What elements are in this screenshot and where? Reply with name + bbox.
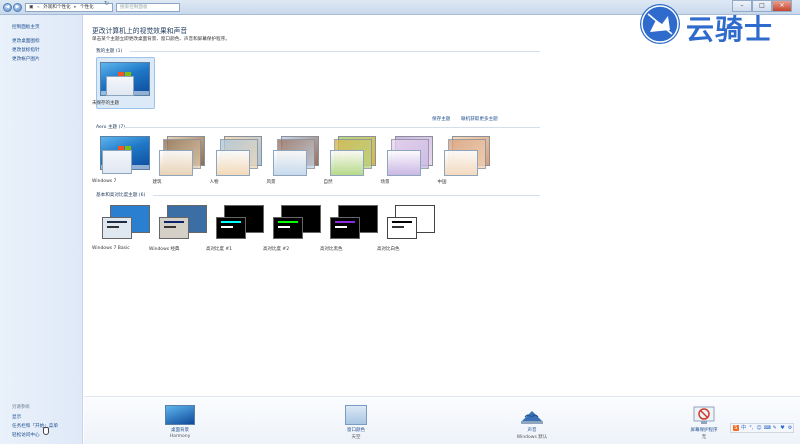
theme-label: 高对比黑色: [320, 247, 343, 252]
theme-thumbnail: [442, 136, 492, 176]
sidebar-item-mouse-pointers[interactable]: 更改鼠标指针: [12, 47, 40, 53]
search-input[interactable]: 搜索控制面板: [116, 3, 180, 12]
theme-label: Windows 经典: [149, 247, 180, 252]
see-also-ease-of-access[interactable]: 轻松访问中心: [12, 432, 40, 438]
theme-label: 高对比度 #2: [263, 247, 290, 252]
theme-label: 自然: [323, 180, 333, 185]
desktop-background-icon: [165, 405, 195, 425]
theme-label: 高对比度 #1: [206, 247, 233, 252]
window-color-icon: [345, 405, 367, 425]
keyboard-icon[interactable]: ⌨: [764, 425, 771, 431]
forward-button[interactable]: ▶: [13, 3, 22, 12]
setting-title: 屏幕保护程序: [690, 428, 718, 433]
theme-label: 场景: [380, 180, 390, 185]
theme-thumbnail: [214, 136, 264, 176]
sidebar-item-desktop-icons[interactable]: 更改桌面图标: [12, 38, 40, 44]
settings-icon[interactable]: ⚙: [787, 425, 793, 431]
sogou-icon[interactable]: S: [733, 425, 739, 431]
mouse-cursor-icon: [43, 427, 49, 435]
page-title: 更改计算机上的视觉效果和声音: [92, 27, 188, 35]
theme-label: Windows 7: [92, 179, 117, 184]
setting-value: 无: [701, 435, 707, 440]
sidebar: 控制面板主页 更改桌面图标 更改鼠标指针 更改帐户图片 另请参阅 显示 任务栏和…: [0, 15, 83, 444]
knight-icon: [640, 4, 680, 44]
theme-thumbnail: [157, 136, 207, 176]
theme-label: 高对比白色: [377, 247, 400, 252]
theme-thumbnail: [328, 205, 378, 239]
see-also-heading: 另请参阅: [12, 405, 30, 410]
sidebar-item-account-picture[interactable]: 更改帐户图片: [12, 56, 40, 62]
save-theme-link[interactable]: 保存主题: [432, 116, 450, 122]
handwriting-icon[interactable]: ✎: [772, 425, 778, 431]
theme-label: 中国: [437, 180, 447, 185]
theme-thumbnail: [271, 205, 321, 239]
get-more-themes-link[interactable]: 联机获取更多主题: [461, 116, 498, 122]
breadcrumb-item[interactable]: 外观和个性化: [43, 5, 71, 10]
see-also-taskbar[interactable]: 任务栏和「开始」菜单: [12, 423, 58, 429]
sounds-setting[interactable]: 声音 Windows 默认: [502, 405, 562, 440]
basic-themes-heading: 基本和高对比度主题 (6): [96, 193, 146, 198]
theme-thumbnail: [385, 205, 435, 239]
sounds-icon: [519, 405, 545, 425]
theme-thumbnail: [385, 136, 435, 176]
watermark-text: 云骑士: [686, 13, 774, 46]
setting-title: 声音: [527, 428, 537, 433]
desktop-background-setting[interactable]: 桌面背景 Harmony: [150, 405, 210, 439]
ime-toolbar: S 中 °, ☺ ⌨ ✎ ♥ ⚙: [730, 423, 794, 433]
divider: [130, 51, 540, 52]
theme-thumbnail: [328, 136, 378, 176]
setting-value: 天空: [351, 435, 361, 440]
theme-thumbnail: [271, 136, 321, 176]
my-themes-heading: 我的主题 (1): [96, 49, 123, 54]
refresh-icon[interactable]: ↻: [104, 0, 109, 7]
emoji-icon[interactable]: ☺: [756, 425, 762, 431]
divider: [153, 195, 540, 196]
divider: [124, 127, 540, 128]
theme-thumbnail: [100, 205, 150, 239]
breadcrumb-item[interactable]: 个性化: [80, 5, 94, 10]
theme-label: 未保存的主题: [92, 101, 119, 106]
theme-label: 建筑: [152, 180, 162, 185]
skin-icon[interactable]: ♥: [780, 425, 786, 431]
theme-label: 风景: [266, 180, 276, 185]
setting-title: 窗口颜色: [347, 428, 365, 433]
page-description: 单击某个主题立即更改桌面背景、窗口颜色、声音和屏幕保护程序。: [92, 37, 230, 42]
watermark-logo: 云骑士: [640, 4, 795, 46]
theme-label: 人物: [209, 180, 219, 185]
setting-value: Harmony: [169, 434, 191, 439]
screensaver-icon: [693, 405, 715, 425]
theme-label: Windows 7 Basic: [92, 246, 130, 251]
settings-strip: 桌面背景 Harmony 窗口颜色 天空 声音 Windows 默认 屏幕保护程…: [84, 396, 800, 444]
theme-thumbnail: [157, 205, 207, 239]
punctuation-icon[interactable]: °,: [748, 425, 754, 431]
window-color-setting[interactable]: 窗口颜色 天空: [326, 405, 386, 440]
address-bar[interactable]: ▣ « 外观和个性化 ▸ 个性化: [25, 3, 113, 12]
see-also-display[interactable]: 显示: [12, 414, 21, 420]
theme-thumbnail: [214, 205, 264, 239]
ime-mode-icon[interactable]: 中: [741, 425, 747, 431]
setting-value: Windows 默认: [516, 435, 548, 440]
screensaver-setting[interactable]: 屏幕保护程序 无: [674, 405, 734, 440]
control-panel-icon: ▣: [29, 5, 34, 10]
setting-title: 桌面背景: [171, 428, 189, 433]
aero-themes-heading: Aero 主题 (7): [96, 125, 126, 130]
sidebar-home-link[interactable]: 控制面板主页: [12, 24, 40, 30]
back-button[interactable]: ◀: [3, 3, 12, 12]
